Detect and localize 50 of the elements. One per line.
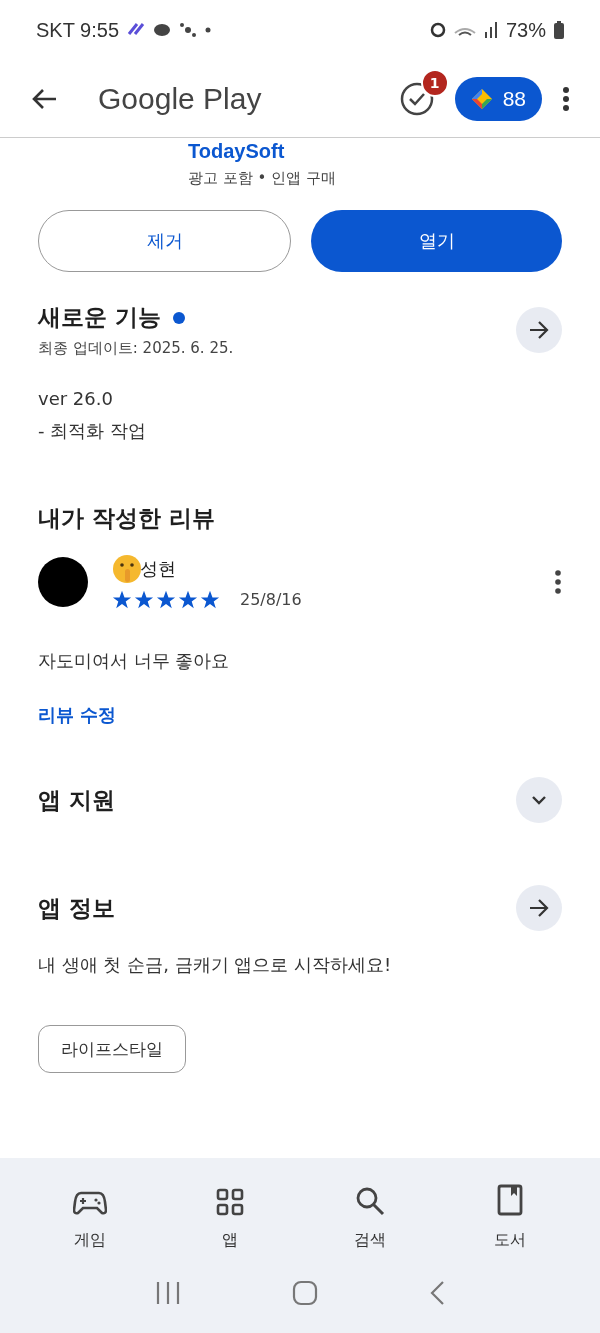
- app-tags: 광고 포함 • 인앱 구매: [188, 169, 562, 188]
- release-notes: - 최적화 작업: [38, 419, 147, 443]
- section-title: 내가 작성한 리뷰: [38, 504, 216, 533]
- category-chip[interactable]: 라이프스타일: [38, 1025, 186, 1073]
- review-date: 25/8/16: [240, 590, 302, 609]
- developer-link[interactable]: TodaySoft: [188, 140, 562, 163]
- reviewer-name: 성현: [140, 557, 176, 581]
- home-icon[interactable]: [292, 1279, 318, 1306]
- avatar: [38, 556, 88, 607]
- update-date: 최종 업데이트: 2025. 6. 25.: [38, 339, 234, 358]
- status-time: SKT 9:55: [36, 18, 120, 42]
- open-button[interactable]: 열기: [311, 210, 562, 272]
- notification-badge: 1: [420, 68, 449, 97]
- more-icon[interactable]: [562, 85, 570, 112]
- review-text: 자도미여서 너무 좋아요: [38, 649, 231, 673]
- apps-grid-icon: [216, 1188, 244, 1216]
- battery-icon: [554, 21, 564, 39]
- app-description: 내 생애 첫 순금, 금캐기 앱으로 시작하세요!: [38, 953, 393, 977]
- nav-tab[interactable]: 도서: [460, 1172, 560, 1252]
- edit-review-link[interactable]: 리뷰 수정: [38, 703, 562, 727]
- diamond-icon: [470, 87, 493, 110]
- uninstall-button[interactable]: 제거: [38, 210, 291, 272]
- section-title: 앱 정보: [38, 893, 115, 923]
- arrow-right-icon: [529, 321, 549, 339]
- back-icon[interactable]: [30, 86, 58, 111]
- version-text: ver 26.0: [38, 388, 114, 409]
- dot-icon: [205, 27, 212, 33]
- nav-tab[interactable]: 검색: [320, 1172, 420, 1252]
- nav-tab[interactable]: 게임: [40, 1172, 140, 1252]
- back-nav-icon[interactable]: [428, 1279, 445, 1306]
- search-icon: [355, 1186, 385, 1216]
- more-icon[interactable]: [554, 568, 562, 595]
- book-icon: [497, 1184, 523, 1216]
- app-title: Google Play: [98, 81, 262, 116]
- recents-icon[interactable]: [155, 1279, 182, 1306]
- arrow-right-icon: [529, 899, 549, 917]
- chevron-down-icon: [530, 794, 548, 806]
- gamepad-icon: [73, 1190, 107, 1216]
- arrow-button[interactable]: [516, 307, 562, 353]
- points-button[interactable]: 88: [454, 76, 542, 121]
- emoji-icon: [112, 554, 142, 584]
- signal-icon: [483, 22, 498, 38]
- section-title: 새로운 기능: [38, 303, 161, 332]
- nav-tab[interactable]: 앱: [180, 1172, 280, 1252]
- battery-percent: 73%: [505, 18, 546, 42]
- alarm-icon: [429, 22, 446, 38]
- chat-bubble-icon: [153, 23, 172, 37]
- nodes-icon: [179, 21, 198, 39]
- arrow-button[interactable]: [516, 885, 562, 931]
- section-title: 앱 지원: [38, 785, 115, 815]
